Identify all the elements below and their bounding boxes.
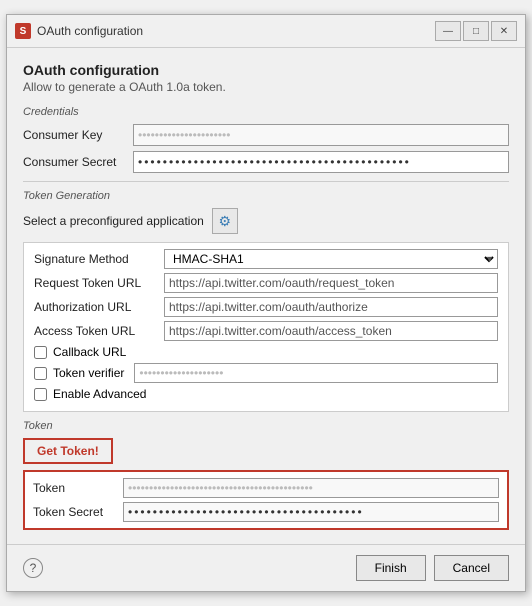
access-token-url-label: Access Token URL (34, 324, 164, 338)
token-secret-label: Token Secret (33, 505, 123, 519)
access-token-url-input[interactable] (164, 321, 498, 341)
callback-url-label: Callback URL (53, 345, 126, 359)
cancel-button[interactable]: Cancel (434, 555, 509, 581)
main-window: S OAuth configuration — □ ✕ OAuth config… (6, 14, 526, 592)
app-icon: S (15, 23, 31, 39)
callback-url-row: Callback URL (34, 345, 498, 359)
authorization-url-row: Authorization URL (34, 297, 498, 317)
consumer-secret-row: Consumer Secret (23, 151, 509, 173)
authorization-url-input[interactable] (164, 297, 498, 317)
request-token-url-label: Request Token URL (34, 276, 164, 290)
titlebar-left: S OAuth configuration (15, 23, 143, 39)
token-verifier-row: Token verifier (34, 363, 498, 383)
signature-method-select[interactable]: HMAC-SHA1 RSA-SHA1 PLAINTEXT (164, 249, 498, 269)
callback-url-checkbox[interactable] (34, 346, 47, 359)
consumer-key-input[interactable] (133, 124, 509, 146)
token-secret-row: Token Secret (33, 502, 499, 522)
signature-method-row: Signature Method HMAC-SHA1 RSA-SHA1 PLAI… (34, 249, 498, 269)
enable-advanced-label: Enable Advanced (53, 387, 146, 401)
credentials-section-label: Credentials (23, 106, 509, 118)
close-button[interactable]: ✕ (491, 21, 517, 41)
token-verifier-input[interactable] (134, 363, 498, 383)
signature-method-label: Signature Method (34, 252, 164, 266)
token-label: Token (33, 481, 123, 495)
request-token-url-input[interactable] (164, 273, 498, 293)
titlebar: S OAuth configuration — □ ✕ (7, 15, 525, 48)
request-token-url-row: Request Token URL (34, 273, 498, 293)
finish-button[interactable]: Finish (356, 555, 426, 581)
token-generation-section: Token Generation Select a preconfigured … (23, 190, 509, 412)
titlebar-controls: — □ ✕ (435, 21, 517, 41)
authorization-url-label: Authorization URL (34, 300, 164, 314)
preconfigured-row: Select a preconfigured application ⚙ (23, 208, 509, 234)
token-verifier-checkbox[interactable] (34, 367, 47, 380)
footer-buttons: Finish Cancel (356, 555, 509, 581)
titlebar-title: OAuth configuration (37, 24, 143, 38)
token-row: Token (33, 478, 499, 498)
token-section: Token Get Token! Token Token Secret (23, 420, 509, 530)
get-token-button[interactable]: Get Token! (23, 438, 113, 464)
consumer-secret-label: Consumer Secret (23, 155, 133, 169)
token-input[interactable] (123, 478, 499, 498)
maximize-button[interactable]: □ (463, 21, 489, 41)
minimize-button[interactable]: — (435, 21, 461, 41)
token-verifier-label: Token verifier (53, 366, 124, 380)
enable-advanced-checkbox[interactable] (34, 388, 47, 401)
signature-method-wrapper: HMAC-SHA1 RSA-SHA1 PLAINTEXT (164, 249, 498, 269)
consumer-secret-input[interactable] (133, 151, 509, 173)
token-result-box: Token Token Secret (23, 470, 509, 530)
consumer-key-row: Consumer Key (23, 124, 509, 146)
footer: ? Finish Cancel (7, 544, 525, 591)
token-section-label: Token (23, 420, 509, 432)
dialog-content: OAuth configuration Allow to generate a … (7, 48, 525, 544)
token-secret-input[interactable] (123, 502, 499, 522)
consumer-key-label: Consumer Key (23, 128, 133, 142)
help-icon[interactable]: ? (23, 558, 43, 578)
dialog-title: OAuth configuration (23, 62, 509, 78)
enable-advanced-row: Enable Advanced (34, 387, 498, 401)
dialog-subtitle: Allow to generate a OAuth 1.0a token. (23, 80, 509, 94)
inner-config-section: Signature Method HMAC-SHA1 RSA-SHA1 PLAI… (23, 242, 509, 412)
access-token-url-row: Access Token URL (34, 321, 498, 341)
preconfigured-label: Select a preconfigured application (23, 214, 204, 228)
token-generation-label: Token Generation (23, 190, 509, 202)
gear-button[interactable]: ⚙ (212, 208, 238, 234)
